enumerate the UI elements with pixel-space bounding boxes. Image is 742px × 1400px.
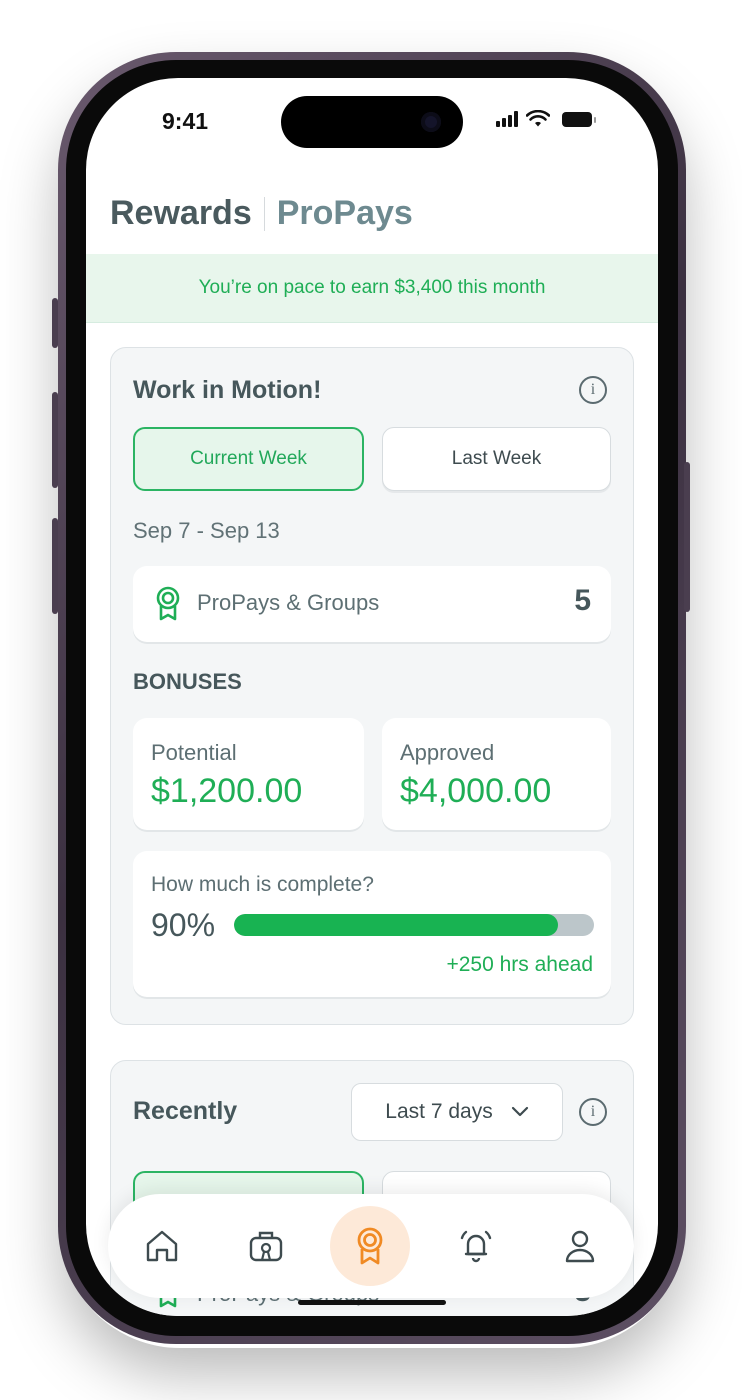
status-time: 9:41 bbox=[162, 108, 209, 134]
range-select-value: Last 7 days bbox=[385, 1100, 493, 1123]
completion-percent: 90% bbox=[151, 907, 216, 943]
potential-bonus-box: Potential $1,200.00 bbox=[133, 718, 364, 830]
volume-up-button bbox=[52, 392, 58, 488]
bonuses-heading: BONUSES bbox=[133, 669, 242, 694]
bell-icon bbox=[460, 1230, 492, 1263]
propays-groups-label: ProPays & Groups bbox=[197, 590, 380, 615]
completion-question: How much is complete? bbox=[151, 873, 374, 896]
page-title: Rewards ProPays bbox=[110, 194, 413, 233]
completion-box: How much is complete? 90% +250 hrs ahead bbox=[133, 851, 611, 997]
dynamic-island bbox=[281, 96, 463, 148]
tab-profile[interactable] bbox=[554, 1220, 606, 1272]
title-rewards[interactable]: Rewards bbox=[110, 194, 252, 233]
app-header: 9:41 Rewards ProPays bbox=[86, 78, 658, 255]
chevron-down-icon bbox=[511, 1106, 528, 1117]
home-icon bbox=[146, 1230, 178, 1262]
wifi-icon bbox=[526, 110, 550, 127]
card-title: Work in Motion! bbox=[133, 376, 322, 404]
range-select[interactable]: Last 7 days bbox=[351, 1083, 563, 1141]
approved-value: $4,000.00 bbox=[400, 772, 552, 810]
briefcase-icon bbox=[249, 1231, 283, 1262]
tab-home[interactable] bbox=[136, 1220, 188, 1272]
earnings-banner: You’re on pace to earn $3,400 this month bbox=[86, 254, 658, 323]
medal-icon-tab bbox=[357, 1227, 383, 1265]
tab-last-week[interactable]: Last Week bbox=[382, 427, 611, 491]
propays-groups-count: 5 bbox=[574, 584, 591, 617]
power-button bbox=[684, 462, 690, 612]
potential-label: Potential bbox=[151, 740, 237, 765]
volume-down-button bbox=[52, 518, 58, 614]
home-indicator bbox=[298, 1300, 446, 1305]
phone-screen: 9:41 Rewards ProPays You’re on pace to e… bbox=[86, 78, 658, 1316]
user-icon bbox=[565, 1230, 595, 1263]
action-button bbox=[52, 298, 58, 348]
tab-notifications[interactable] bbox=[450, 1220, 502, 1272]
camera-icon bbox=[421, 112, 441, 132]
title-propays[interactable]: ProPays bbox=[277, 194, 413, 233]
approved-label: Approved bbox=[400, 740, 495, 765]
potential-value: $1,200.00 bbox=[151, 772, 303, 810]
title-divider bbox=[263, 196, 265, 231]
status-icons bbox=[496, 110, 596, 128]
completion-progress-bar bbox=[234, 914, 594, 936]
tab-rewards[interactable] bbox=[330, 1206, 410, 1286]
propays-groups-row[interactable]: ProPays & Groups 5 bbox=[133, 566, 611, 642]
hours-ahead: +250 hrs ahead bbox=[446, 953, 593, 976]
date-range: Sep 7 - Sep 13 bbox=[133, 518, 280, 543]
earnings-banner-text: You’re on pace to earn $3,400 this month bbox=[198, 277, 546, 298]
medal-icon bbox=[156, 586, 180, 621]
bottom-tab-bar bbox=[108, 1194, 634, 1298]
cellular-signal-icon bbox=[496, 111, 518, 127]
recently-title: Recently bbox=[133, 1097, 238, 1125]
progress-fill bbox=[234, 914, 558, 936]
tab-jobs[interactable] bbox=[240, 1220, 292, 1272]
approved-bonus-box: Approved $4,000.00 bbox=[382, 718, 611, 830]
work-in-motion-card: Work in Motion! i Current Week Last Week… bbox=[110, 347, 634, 1025]
info-icon-recently[interactable]: i bbox=[579, 1098, 607, 1126]
battery-icon bbox=[562, 111, 596, 127]
tab-current-week[interactable]: Current Week bbox=[133, 427, 364, 491]
info-icon[interactable]: i bbox=[579, 376, 607, 404]
